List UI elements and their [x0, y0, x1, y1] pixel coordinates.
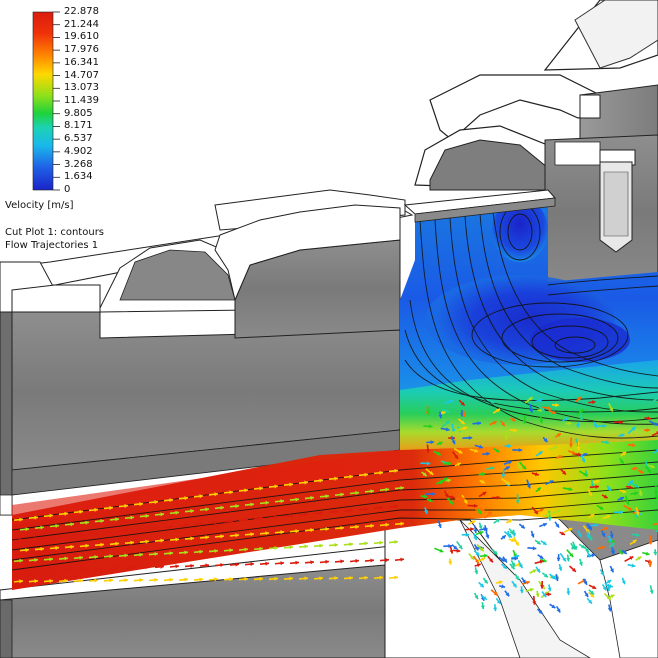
legend-tick-label: 22.878 — [64, 6, 99, 17]
velocity-arrow — [549, 603, 556, 609]
velocity-arrow — [578, 558, 583, 566]
velocity-arrow — [530, 530, 535, 538]
legend-tick-label: 16.341 — [64, 56, 99, 68]
velocity-arrow — [586, 597, 593, 605]
legend-tick-label: 9.805 — [64, 107, 93, 119]
legend-tick-label: 11.439 — [64, 95, 99, 106]
velocity-arrow — [578, 543, 586, 549]
velocity-arrow — [358, 541, 369, 546]
velocity-arrow — [556, 554, 561, 562]
velocity-arrow — [535, 590, 540, 598]
velocity-arrow — [527, 546, 537, 551]
velocity-arrow — [518, 523, 526, 530]
legend-tick-label: 6.537 — [64, 133, 93, 145]
velocity-arrow — [569, 565, 577, 573]
legend-labels: 22.878 21.244 19.610 17.976 16.341 14.707 13.0… — [0, 0, 160, 270]
velocity-arrow — [539, 522, 548, 528]
velocity-arrow — [508, 528, 514, 535]
velocity-arrow — [559, 531, 566, 536]
velocity-arrow — [566, 587, 571, 595]
velocity-arrow — [540, 540, 548, 546]
velocity-arrow — [559, 552, 567, 562]
legend-tick-label: 19.610 — [64, 31, 99, 43]
velocity-arrow — [478, 522, 483, 530]
velocity-arrow — [521, 577, 527, 584]
velocity-arrow — [500, 534, 507, 540]
velocity-arrow — [537, 554, 544, 560]
legend-tick-label: 0 — [64, 184, 71, 195]
legend-tick-label: 14.707 — [64, 69, 99, 81]
velocity-arrow — [535, 566, 541, 573]
velocity-arrow — [558, 563, 563, 572]
legend-tick-label: 3.268 — [64, 158, 93, 170]
legend-tick-label: 4.902 — [64, 145, 93, 157]
legend-tick-label: 17.976 — [64, 44, 99, 56]
legend-tick-label: 8.171 — [64, 120, 93, 132]
velocity-arrow — [298, 544, 309, 549]
velocity-arrow — [373, 540, 384, 545]
velocity-arrow — [169, 564, 180, 569]
velocity-arrow — [588, 584, 597, 590]
legend-tick-label: 13.073 — [64, 82, 99, 94]
legend-title: Velocity [m/s] — [5, 200, 74, 211]
velocity-arrow — [583, 590, 589, 598]
velocity-arrow — [534, 539, 542, 546]
velocity-arrow — [313, 543, 324, 548]
flow-trajectories-label: Flow Trajectories 1 — [5, 240, 99, 251]
legend-tick-label: 21.244 — [64, 18, 99, 30]
velocity-arrow — [343, 542, 354, 547]
velocity-arrow — [554, 521, 560, 529]
velocity-arrow — [555, 605, 561, 613]
cut-plot-label: Cut Plot 1: contours — [5, 227, 105, 238]
velocity-arrow — [328, 542, 339, 548]
velocity-arrow — [184, 563, 195, 568]
velocity-arrow — [547, 584, 552, 592]
velocity-arrow — [541, 572, 549, 578]
legend-tick-label: 1.634 — [64, 171, 93, 183]
velocity-arrow — [485, 531, 490, 539]
velocity-arrow — [529, 568, 537, 574]
